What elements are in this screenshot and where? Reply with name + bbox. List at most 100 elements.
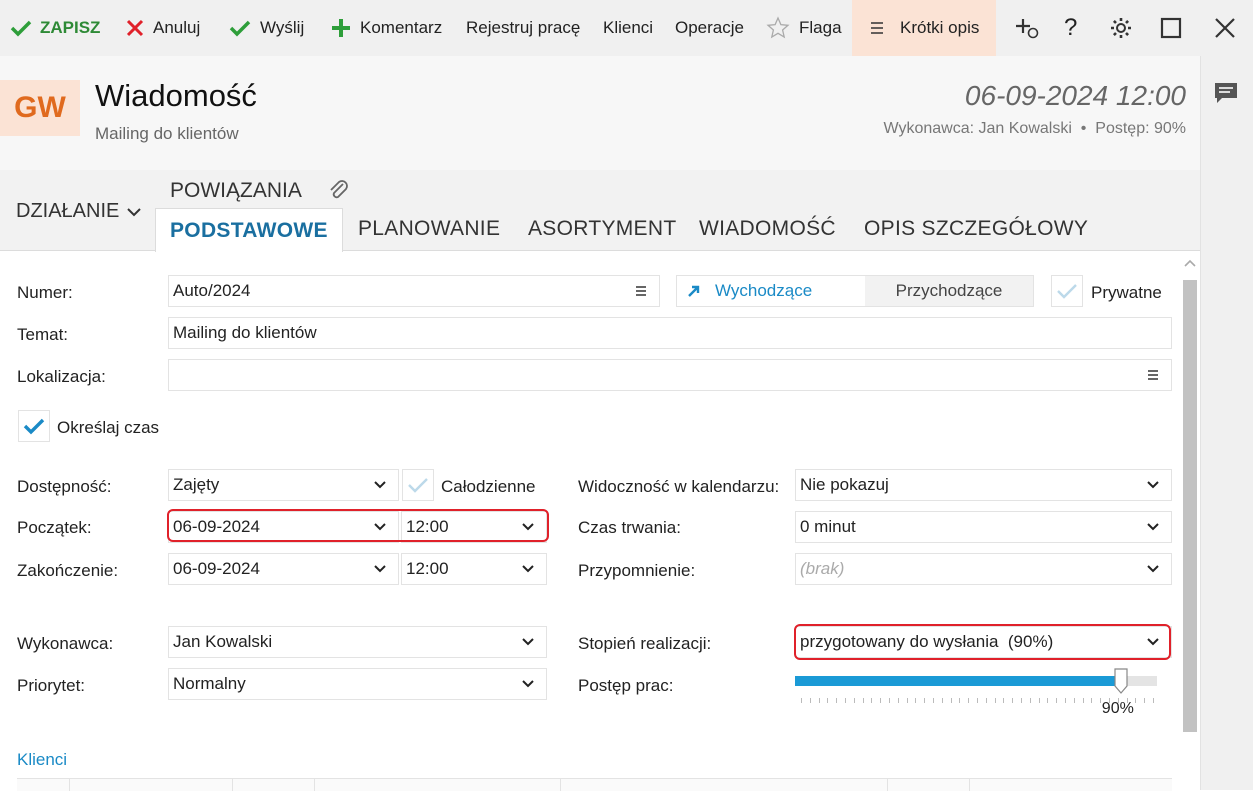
- clients-label: Klienci: [603, 18, 654, 37]
- cancel-label: Anuluj: [153, 18, 201, 37]
- chevron-down-icon: [368, 480, 392, 490]
- tab-planning[interactable]: PLANOWANIE: [358, 208, 500, 250]
- end-date-select[interactable]: 06-09-2024: [168, 553, 399, 585]
- subject-input[interactable]: Mailing do klientów: [168, 317, 1172, 349]
- slider-tick: [801, 698, 802, 703]
- plus-icon: [332, 19, 350, 37]
- scrollbar-thumb[interactable]: [1183, 280, 1197, 732]
- duration-value: 0 minut: [800, 517, 856, 536]
- question-icon: ?: [1064, 14, 1078, 41]
- outgoing-option[interactable]: Wychodzące: [677, 276, 865, 306]
- flag-label: Flaga: [799, 18, 842, 37]
- list-icon[interactable]: [1141, 369, 1165, 381]
- progress-slider-thumb[interactable]: [1114, 668, 1128, 694]
- action-dropdown[interactable]: DZIAŁANIE: [16, 200, 143, 223]
- slider-tick: [1012, 698, 1014, 703]
- slider-tick: [827, 698, 829, 703]
- location-label: Lokalizacja:: [17, 367, 106, 386]
- tab-assortment[interactable]: ASORTYMENT: [528, 208, 676, 250]
- reminder-select[interactable]: (brak): [795, 553, 1172, 585]
- priority-label: Priorytet:: [17, 676, 86, 695]
- executor-value: Jan Kowalski: [173, 632, 273, 651]
- progress-slider[interactable]: [795, 676, 1157, 686]
- duration-select[interactable]: 0 minut: [795, 511, 1172, 543]
- tab-message[interactable]: WIADOMOŚĆ: [699, 208, 836, 250]
- all-day-label: Całodzienne: [441, 477, 536, 496]
- tab-links[interactable]: POWIĄZANIA: [170, 178, 352, 204]
- specify-time-checkbox[interactable]: [18, 410, 50, 442]
- incoming-option[interactable]: Przychodzące: [865, 276, 1033, 306]
- tab-detailed-description[interactable]: OPIS SZCZEGÓŁOWY: [864, 208, 1088, 250]
- executor-label: Wykonawca:: [17, 634, 114, 653]
- add-related-button[interactable]: [1014, 0, 1048, 56]
- log-work-button[interactable]: Rejestruj pracę: [466, 0, 580, 56]
- slider-tick: [1082, 698, 1084, 703]
- calendar-visibility-label: Widoczność w kalendarzu:: [578, 477, 780, 496]
- slider-tick: [915, 698, 917, 703]
- calendar-visibility-select[interactable]: Nie pokazuj: [795, 469, 1172, 501]
- duration-label: Czas trwania:: [578, 518, 681, 537]
- square-icon: [1160, 17, 1182, 39]
- location-input[interactable]: [168, 359, 1172, 391]
- help-button[interactable]: ?: [1064, 0, 1077, 56]
- slider-tick: [941, 698, 943, 703]
- close-x-icon: [126, 19, 144, 37]
- tab-basic[interactable]: PODSTAWOWE: [155, 208, 343, 252]
- executor-select[interactable]: Jan Kowalski: [168, 626, 547, 658]
- availability-select[interactable]: Zajęty: [168, 469, 399, 501]
- priority-value: Normalny: [173, 674, 246, 693]
- settings-button[interactable]: [1109, 0, 1141, 56]
- maximize-button[interactable]: [1160, 0, 1190, 56]
- operations-label: Operacje: [675, 18, 744, 37]
- outgoing-label: Wychodzące: [715, 281, 813, 300]
- completion-highlight-box: [794, 624, 1171, 660]
- check-icon: [23, 418, 45, 435]
- slider-tick: [1056, 698, 1058, 703]
- gear-icon: [1111, 18, 1131, 38]
- header-datetime: 06-09-2024 12:00: [964, 80, 1186, 111]
- links-label: POWIĄZANIA: [170, 179, 302, 202]
- private-label: Prywatne: [1091, 283, 1162, 302]
- chevron-down-icon: [1141, 480, 1165, 490]
- comment-bubble-icon[interactable]: [1213, 81, 1239, 105]
- end-label: Zakończenie:: [17, 561, 119, 580]
- short-description-button[interactable]: Krótki opis: [852, 0, 996, 56]
- direction-toggle: Wychodzące Przychodzące: [676, 275, 1034, 307]
- check-faint-icon: [408, 478, 428, 493]
- operations-button[interactable]: Operacje: [675, 0, 744, 56]
- close-window-button[interactable]: [1214, 0, 1244, 56]
- toolbar: ZAPISZ Anuluj Wyślij Komentarz Rejestruj…: [0, 0, 1253, 56]
- all-day-checkbox[interactable]: [402, 469, 434, 501]
- chevron-up-icon[interactable]: [1182, 256, 1198, 270]
- comment-label: Komentarz: [360, 18, 443, 37]
- progress-fill: [795, 676, 1121, 686]
- comment-button[interactable]: Komentarz: [330, 0, 442, 56]
- list-icon[interactable]: [629, 285, 653, 297]
- slider-tick: [1144, 698, 1146, 703]
- priority-select[interactable]: Normalny: [168, 668, 547, 700]
- subject-label: Temat:: [17, 325, 69, 344]
- slider-tick: [906, 698, 908, 703]
- save-button[interactable]: ZAPISZ: [10, 0, 100, 56]
- end-time-select[interactable]: 12:00: [401, 553, 547, 585]
- slider-tick: [1021, 698, 1022, 703]
- clients-section-link[interactable]: Klienci: [17, 750, 67, 770]
- specify-time-label: Określaj czas: [57, 418, 160, 437]
- slider-tick: [1073, 698, 1075, 703]
- private-checkbox[interactable]: [1051, 275, 1083, 307]
- slider-tick: [809, 698, 811, 703]
- number-input[interactable]: Auto/2024: [168, 275, 660, 307]
- clients-button[interactable]: Klienci: [603, 0, 653, 56]
- cancel-button[interactable]: Anuluj: [125, 0, 200, 56]
- menu-lines-icon: [871, 22, 883, 34]
- check-faint-icon: [1057, 284, 1077, 299]
- send-button[interactable]: Wyślij: [228, 0, 304, 56]
- action-label: DZIAŁANIE: [16, 200, 120, 222]
- slider-tick: [818, 698, 820, 703]
- slider-tick: [1003, 698, 1005, 703]
- flag-button[interactable]: Flaga: [765, 0, 842, 56]
- progress-value-label: 90%: [1101, 700, 1134, 717]
- slider-tick: [977, 698, 978, 703]
- chevron-down-icon: [516, 637, 540, 647]
- reminder-value: (brak): [800, 559, 845, 578]
